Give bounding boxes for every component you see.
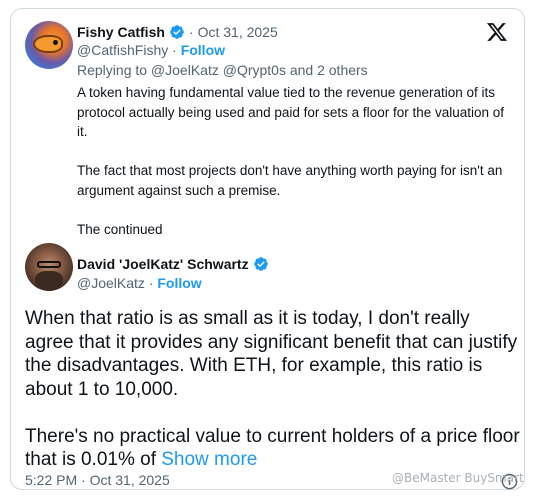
separator-dot: · <box>172 42 177 58</box>
x-logo-icon[interactable] <box>486 21 508 43</box>
main-paragraph: There's no practical value to current ho… <box>25 425 520 471</box>
quoted-date[interactable]: Oct 31, 2025 <box>198 24 278 40</box>
avatar-beard <box>35 271 63 291</box>
quoted-author-name[interactable]: Fishy Catfish <box>77 24 165 40</box>
quoted-paragraph: The continued <box>77 221 163 237</box>
watermark: @BeMaster BuySmart <box>392 471 524 485</box>
main-paragraph: When that ratio is as small as it is tod… <box>25 308 518 400</box>
quoted-paragraph: A token having fundamental value tied to… <box>77 85 505 139</box>
separator-dot: · <box>148 275 154 291</box>
main-post-text: When that ratio is as small as it is tod… <box>25 307 520 472</box>
main-author-name[interactable]: David 'JoelKatz' Schwartz <box>77 256 249 272</box>
main-handle[interactable]: @JoelKatz <box>77 275 145 291</box>
avatar-joelkatz[interactable] <box>25 243 73 291</box>
quoted-post-text: A token having fundamental value tied to… <box>77 83 507 239</box>
separator-dot: · <box>188 24 194 40</box>
follow-button-quoted[interactable]: Follow <box>181 42 225 58</box>
quoted-paragraph: The fact that most projects don't have a… <box>77 163 503 198</box>
quoted-handle[interactable]: @CatfishFishy <box>77 42 168 58</box>
embedded-post-card: Fishy Catfish · Oct 31, 2025 @CatfishFis… <box>10 8 525 490</box>
follow-button-main[interactable]: Follow <box>157 275 201 291</box>
main-handle-row: @JoelKatz · Follow <box>77 275 202 291</box>
avatar-fishy-catfish[interactable] <box>25 21 73 69</box>
main-author-row: David 'JoelKatz' Schwartz <box>77 256 269 272</box>
fish-eye <box>53 40 58 45</box>
avatar-glasses <box>37 261 61 268</box>
fish-shape <box>33 35 63 53</box>
show-more-link[interactable]: Show more <box>161 449 257 470</box>
verified-badge-icon <box>170 25 184 39</box>
verified-badge-icon <box>253 257 268 271</box>
quoted-author-row: Fishy Catfish · Oct 31, 2025 <box>77 24 278 40</box>
post-timestamp[interactable]: 5:22 PM · Oct 31, 2025 <box>25 472 170 488</box>
main-paragraph-truncated: There's no practical value to current ho… <box>25 425 520 472</box>
quoted-handle-row: @CatfishFishy · Follow <box>77 42 225 58</box>
reply-context[interactable]: Replying to @JoelKatz @Qrypt0s and 2 oth… <box>77 62 368 78</box>
